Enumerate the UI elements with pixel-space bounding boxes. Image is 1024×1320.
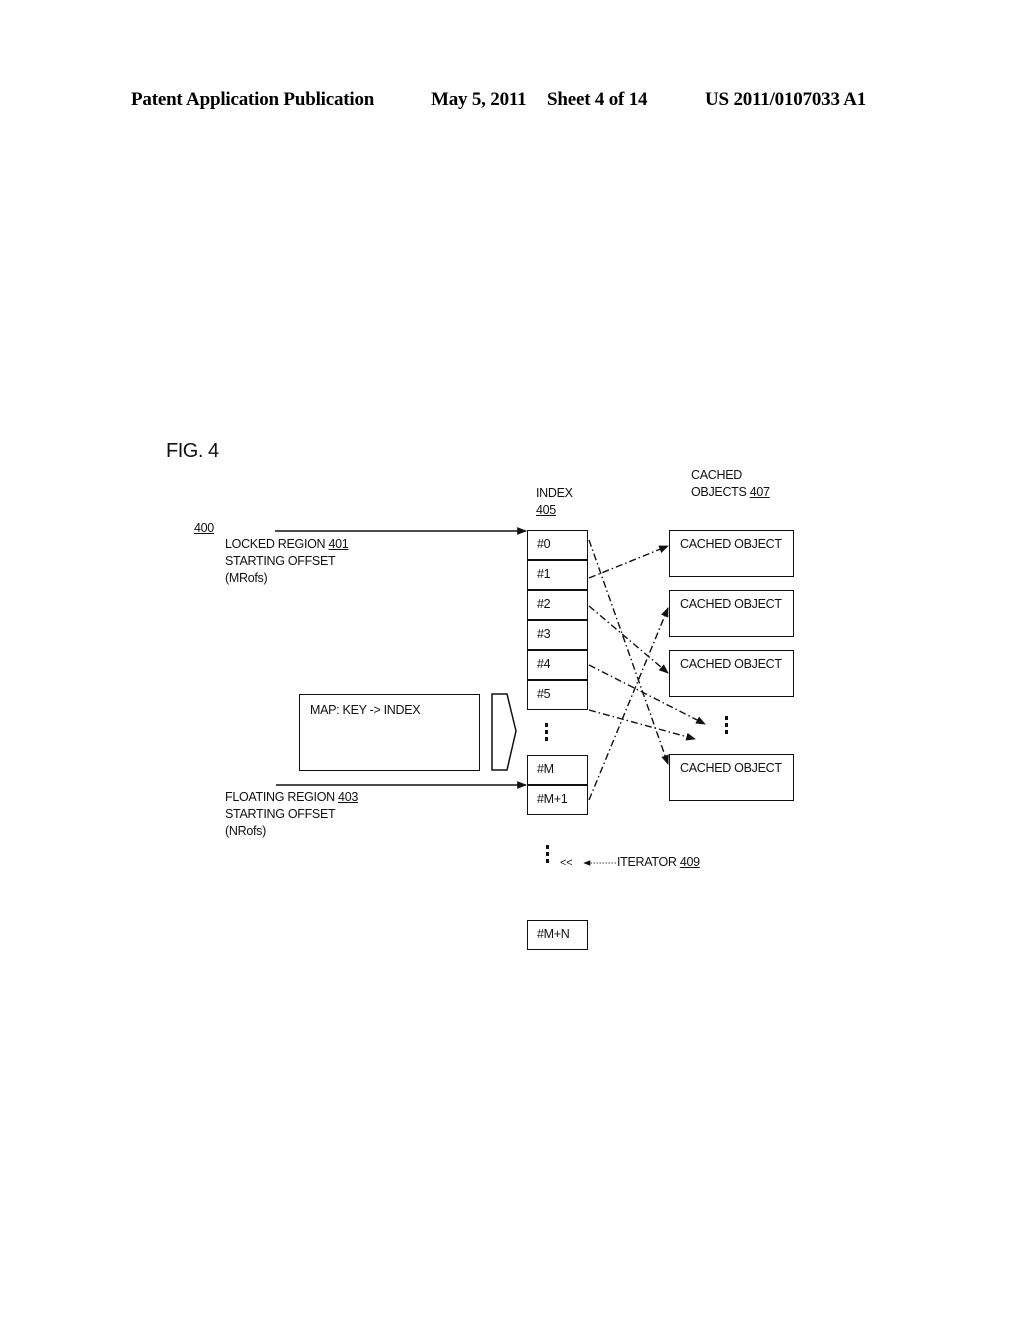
floating-region-ref: 403 — [338, 790, 359, 804]
cached-object-4: CACHED OBJECT — [669, 754, 794, 801]
cached-objects-ellipsis-icon — [725, 716, 729, 737]
figure-reference-number: 400 — [194, 521, 214, 535]
mapping-1-to-object-1 — [588, 545, 669, 579]
locked-region-line3: (MRofs) — [225, 571, 268, 585]
index-cell-m: #M — [527, 755, 588, 785]
floating-region-line2: STARTING OFFSET — [225, 807, 336, 821]
index-ellipsis-icon — [545, 723, 549, 744]
index-cell-2: #2 — [527, 590, 588, 620]
figure-title: FIG. 4 — [166, 440, 219, 462]
index-title-text: INDEX — [536, 486, 573, 500]
cached-objects-title-line1: CACHED — [691, 468, 742, 482]
cached-objects-title-text: OBJECTS — [691, 485, 750, 499]
cached-object-2: CACHED OBJECT — [669, 590, 794, 637]
cached-objects-title: CACHED OBJECTS 407 — [691, 467, 770, 501]
locked-region-text: LOCKED REGION — [225, 537, 329, 551]
index-ellipsis-lower-icon — [546, 845, 550, 866]
locked-region-ref: 401 — [328, 537, 349, 551]
sheet-number: Sheet 4 of 14 — [547, 89, 648, 110]
publication-label: Patent Application Publication — [131, 89, 375, 110]
index-title: INDEX 405 — [536, 485, 573, 519]
cached-object-1: CACHED OBJECT — [669, 530, 794, 577]
index-ref: 405 — [536, 503, 556, 517]
iterator-label: ITERATOR 409 — [617, 854, 700, 871]
iterator-marker: << — [560, 857, 573, 869]
mapping-2-to-object-3 — [588, 605, 669, 674]
floating-region-text: FLOATING REGION — [225, 790, 339, 804]
map-label: MAP: KEY -> INDEX — [310, 703, 421, 717]
connector-lines — [275, 527, 706, 866]
iterator-text: ITERATOR — [617, 855, 680, 869]
index-cell-m-plus-1: #M+1 — [527, 785, 588, 815]
floating-region-label: FLOATING REGION 403 STARTING OFFSET (NRo… — [225, 789, 358, 840]
locked-region-line2: STARTING OFFSET — [225, 554, 336, 568]
index-cell-5: #5 — [527, 680, 588, 710]
cached-objects-ref: 407 — [749, 485, 770, 499]
cached-object-3: CACHED OBJECT — [669, 650, 794, 697]
index-cell-0: #0 — [527, 530, 588, 560]
map-box: MAP: KEY -> INDEX — [299, 694, 480, 771]
patent-number: US 2011/0107033 A1 — [705, 89, 867, 110]
index-cell-4: #4 — [527, 650, 588, 680]
floating-region-line3: (NRofs) — [225, 824, 266, 838]
index-cell-m-plus-n: #M+N — [527, 920, 588, 950]
index-cell-3: #3 — [527, 620, 588, 650]
mapping-0-to-object-4 — [588, 539, 669, 765]
locked-region-label: LOCKED REGION 401 STARTING OFFSET (MRofs… — [225, 536, 349, 587]
mapping-5-to-ellipsis — [588, 709, 696, 741]
iterator-ref: 409 — [679, 855, 700, 869]
publication-date: May 5, 2011 — [431, 89, 527, 110]
map-chevron-icon — [491, 693, 517, 771]
mapping-m1-to-object-2 — [588, 607, 669, 801]
index-cell-1: #1 — [527, 560, 588, 590]
